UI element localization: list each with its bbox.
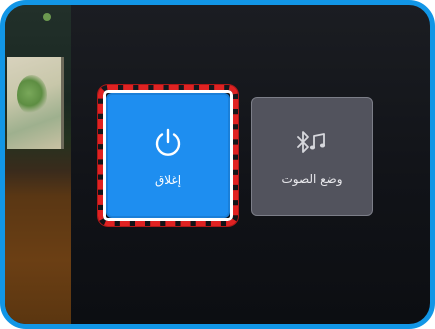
power-off-label: إغلاق: [154, 172, 182, 187]
bluetooth-music-icon: [292, 128, 332, 158]
background-wall: [5, 5, 71, 324]
background-poster: [7, 57, 64, 149]
sound-mode-label: وضع الصوت: [281, 171, 343, 186]
screen-frame: إغلاق وضع الصوت: [0, 0, 435, 329]
sound-mode-button[interactable]: وضع الصوت: [251, 97, 373, 216]
background-decoration: [43, 13, 51, 21]
power-off-button[interactable]: إغلاق: [106, 93, 230, 218]
power-icon: [151, 125, 185, 159]
